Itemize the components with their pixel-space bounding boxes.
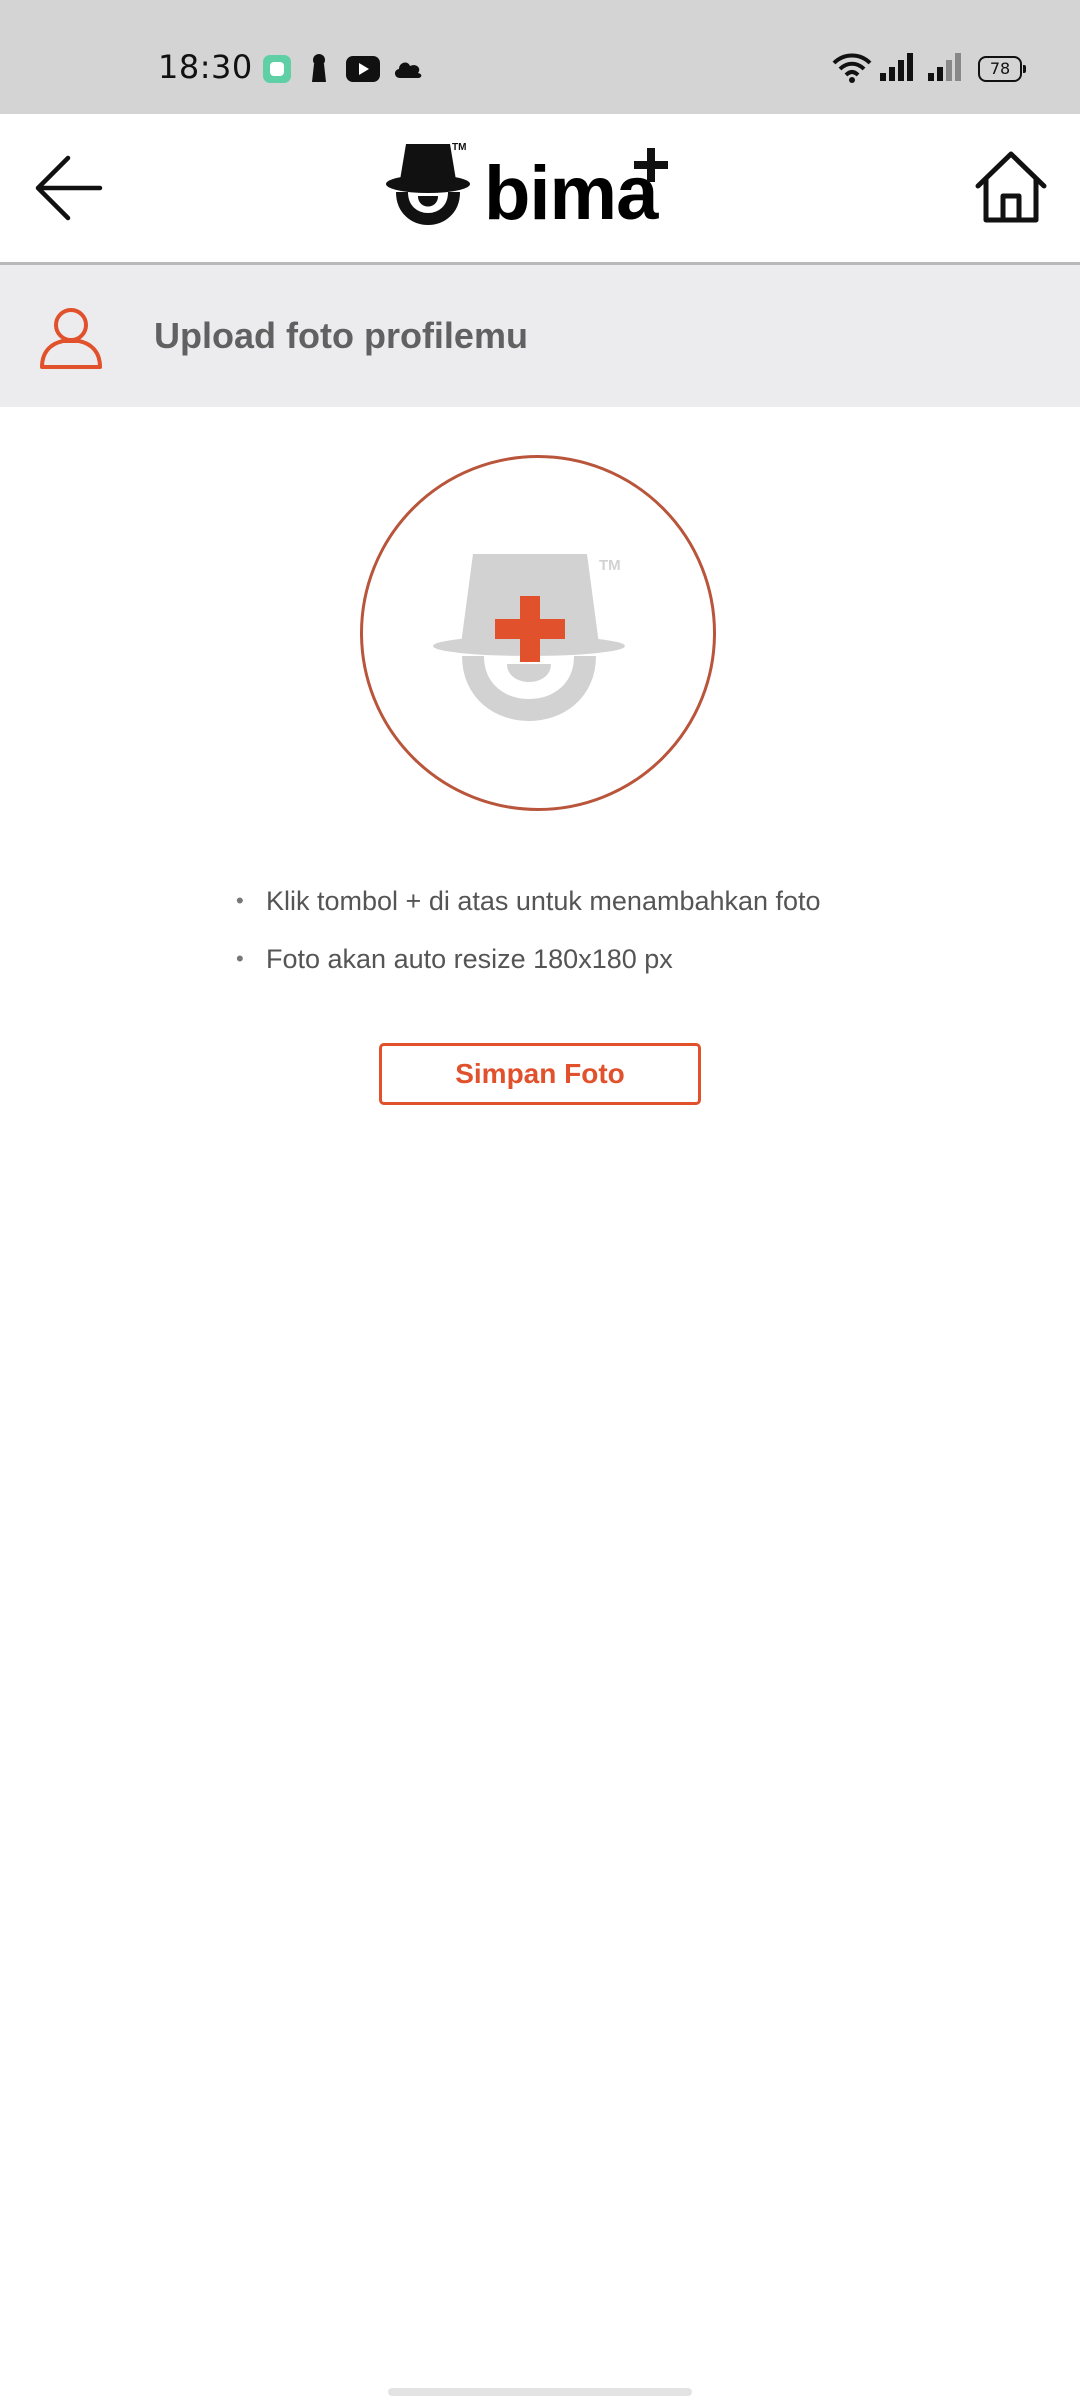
wifi-icon	[832, 52, 872, 89]
page-title: Upload foto profilemu	[154, 315, 528, 356]
upload-photo-button[interactable]: TM	[360, 455, 716, 811]
save-photo-button[interactable]: Simpan Foto	[379, 1043, 701, 1105]
youtube-icon	[346, 56, 380, 87]
status-time: 18:30	[158, 48, 253, 86]
battery-icon: 78	[978, 56, 1026, 82]
keyhole-icon	[308, 52, 330, 89]
brand-plus-icon	[634, 148, 668, 182]
instructions-list: Klik tombol + di atas untuk menambahkan …	[236, 878, 821, 994]
add-photo-placeholder-icon: TM	[433, 554, 625, 721]
app-header: TM bima	[0, 114, 1080, 265]
trademark-label: TM	[599, 557, 621, 574]
instruction-item: Foto akan auto resize 180x180 px	[236, 936, 821, 994]
section-header: Upload foto profilemu	[0, 265, 1080, 407]
home-button[interactable]	[972, 148, 1050, 226]
signal-icon-2	[928, 52, 964, 87]
home-icon	[975, 151, 1047, 223]
brand-logo: TM bima	[380, 136, 680, 240]
user-icon	[40, 308, 102, 369]
cloud-icon	[392, 58, 424, 85]
gesture-bar[interactable]	[388, 2388, 692, 2396]
brand-hat-icon: TM	[386, 142, 470, 225]
chat-app-icon	[262, 54, 292, 89]
svg-text:TM: TM	[452, 142, 466, 153]
signal-icon	[880, 52, 916, 87]
back-button[interactable]	[34, 152, 106, 224]
arrow-left-icon	[35, 155, 103, 221]
instruction-item: Klik tombol + di atas untuk menambahkan …	[236, 878, 821, 936]
status-bar: 18:30 78	[0, 0, 1080, 114]
